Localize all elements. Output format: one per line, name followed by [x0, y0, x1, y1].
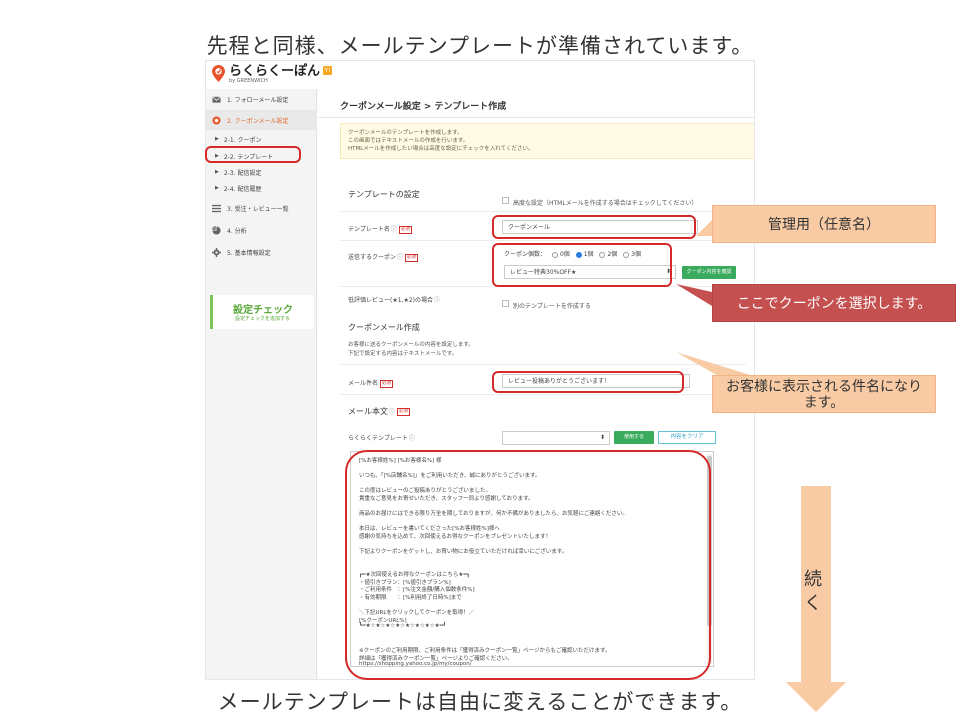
clear-content-button[interactable]: 内容をクリア [658, 431, 716, 444]
coupon-label-text: 送信するクーポン [348, 254, 397, 261]
help-icon[interactable]: ⓘ [391, 224, 397, 233]
highlight-template-nav [205, 146, 301, 163]
sidebar-subitem-label: 2-4. 配信履歴 [223, 185, 262, 193]
template-name-label-text: テンプレート名 [348, 226, 390, 233]
slide-title: 先程と同様、メールテンプレートが準備されています。 [206, 34, 754, 58]
caret-right-icon: ▶ [215, 169, 219, 175]
highlight-coupon-select [492, 243, 672, 287]
section-divider [340, 364, 746, 365]
sidebar-item-coupon-mail[interactable]: 2. クーポンメール設定 [206, 110, 317, 130]
caret-right-icon: ▶ [215, 185, 219, 191]
low-rating-label: 低評価レビュー(★1,★2)の場合ⓘ [348, 295, 440, 304]
callout-admin: 管理用（任意名） [712, 205, 936, 243]
sidebar-subitem-label: 2-3. 配信設定 [223, 169, 262, 177]
required-badge: 必須 [405, 253, 419, 262]
rakuraku-template-label-text: らくらくテンプレート [348, 435, 408, 442]
sidebar-item-orders-reviews[interactable]: 3. 受注・レビュー一覧 [206, 198, 317, 218]
rakuraku-template-label: らくらくテンプレートⓘ [348, 433, 415, 442]
advanced-setting-checkbox[interactable] [502, 197, 509, 204]
title-divider [318, 117, 754, 118]
highlight-template-name [492, 215, 696, 239]
help-icon[interactable]: ⓘ [409, 433, 415, 442]
coupon-mail-desc-line: お客様に送るクーポンメールの内容を設定します。 [348, 342, 474, 348]
sidebar-subitem-label: 2-1. クーポン [223, 136, 262, 144]
setting-check-panel[interactable]: 設定チェック 設定チェックを追加する [210, 295, 314, 329]
body-heading: メール本文ⓘ 必須 [348, 406, 411, 417]
required-badge: 必須 [397, 407, 411, 416]
coupon-mail-heading: クーポンメール作成 [348, 323, 420, 332]
subject-label: メール件名 必須 [348, 378, 394, 388]
highlight-mail-body [345, 450, 711, 680]
low-rating-checkbox[interactable] [502, 300, 509, 307]
section-divider [340, 240, 746, 241]
rakuraku-template-select[interactable]: ⬍ [502, 431, 610, 445]
sidebar-item-label: 2. クーポンメール設定 [227, 117, 289, 125]
low-rating-check-row: 別のテンプレートを作成する [502, 293, 591, 312]
coupon-confirm-button[interactable]: クーポン内容を確認 [682, 266, 736, 279]
help-icon[interactable]: ⓘ [389, 407, 395, 416]
help-icon[interactable]: ⓘ [397, 252, 403, 261]
app-logo[interactable]: らくらくーぽん by GREENWICH Y! [212, 64, 333, 85]
template-name-label: テンプレート名ⓘ 必須 [348, 224, 412, 234]
required-badge: 必須 [380, 379, 394, 388]
logo-sub: by GREENWICH [229, 78, 268, 84]
gear-icon [212, 247, 221, 257]
caret-right-icon: ▶ [215, 136, 219, 142]
sidebar-item-follow-mail[interactable]: 1. フォローメール設定 [206, 89, 317, 109]
sidebar-item-label: 3. 受注・レビュー一覧 [227, 205, 289, 213]
body-heading-text: メール本文 [348, 407, 388, 416]
subject-label-text: メール件名 [348, 380, 379, 387]
notice-line: クーポンメールのテンプレートを作成します。 [348, 130, 463, 136]
section-divider [340, 394, 746, 395]
sidebar-item-basic-settings[interactable]: 5. 基本情報設定 [206, 242, 317, 262]
mail-icon [212, 96, 221, 103]
section-divider [340, 211, 746, 212]
callout-subject: お客様に表示される件名になります。 [712, 375, 936, 413]
advanced-setting-row: 高度な設定（HTMLメールを作成する場合はチェックしてください） [502, 190, 697, 209]
logo-name: らくらくーぽん [229, 64, 321, 79]
select-arrows-icon: ⬍ [599, 434, 605, 441]
low-rating-label-text: 低評価レビュー(★1,★2)の場合 [348, 297, 433, 304]
sidebar: 1. フォローメール設定 2. クーポンメール設定 ▶ 2-1. クーポン ▶ … [206, 89, 317, 679]
sidebar-item-label: 4. 分析 [227, 227, 247, 235]
notice-line: この画面ではテキストメールの作成を行います。 [348, 138, 469, 144]
sidebar-item-label: 5. 基本情報設定 [227, 249, 271, 257]
highlight-subject [492, 371, 684, 393]
use-template-button[interactable]: 使用する [614, 431, 654, 444]
yahoo-badge: Y! [323, 66, 333, 75]
coupon-icon [212, 115, 221, 125]
info-notice: クーポンメールのテンプレートを作成します。 この画面ではテキストメールの作成を行… [340, 123, 754, 159]
sidebar-item-analysis[interactable]: 4. 分析 [206, 220, 317, 240]
notice-line: HTMLメールを作成したい場合は高度な設定にチェックを入れてください。 [348, 146, 534, 152]
coupon-mail-desc: お客様に送るクーポンメールの内容を設定します。 下記で設定する内容はテキストメー… [348, 341, 474, 359]
sidebar-item-label: 1. フォローメール設定 [227, 96, 289, 104]
pie-chart-icon [212, 225, 221, 235]
sidebar-subitem-coupon[interactable]: ▶ 2-1. クーポン [206, 132, 317, 146]
low-rating-check-label: 別のテンプレートを作成する [513, 303, 591, 310]
continue-label: 続く [804, 569, 822, 614]
sidebar-subitem-delivery-settings[interactable]: ▶ 2-3. 配信設定 [206, 165, 317, 179]
coupon-label: 送信するクーポンⓘ 必須 [348, 252, 419, 262]
help-icon[interactable]: ⓘ [434, 295, 440, 304]
advanced-setting-label: 高度な設定（HTMLメールを作成する場合はチェックしてください） [513, 200, 698, 207]
slide-footer: メールテンプレートは自由に変えることができます。 [217, 690, 743, 714]
required-badge: 必須 [398, 225, 412, 234]
setting-check-title: 設定チェック [233, 305, 293, 316]
callout-coupon-select: ここでクーポンを選択します。 [712, 284, 956, 322]
coupon-mail-desc-line: 下記で設定する内容はテキストメールです。 [348, 351, 458, 357]
app-header: らくらくーぽん by GREENWICH Y! [206, 61, 754, 89]
page-title: クーポンメール設定 > テンプレート作成 [340, 102, 507, 112]
list-icon [212, 204, 221, 212]
template-settings-heading: テンプレートの設定 [348, 190, 420, 199]
setting-check-sub: 設定チェックを追加する [235, 316, 291, 322]
sidebar-subitem-delivery-history[interactable]: ▶ 2-4. 配信履歴 [206, 181, 317, 195]
logo-pin-icon [212, 65, 225, 82]
